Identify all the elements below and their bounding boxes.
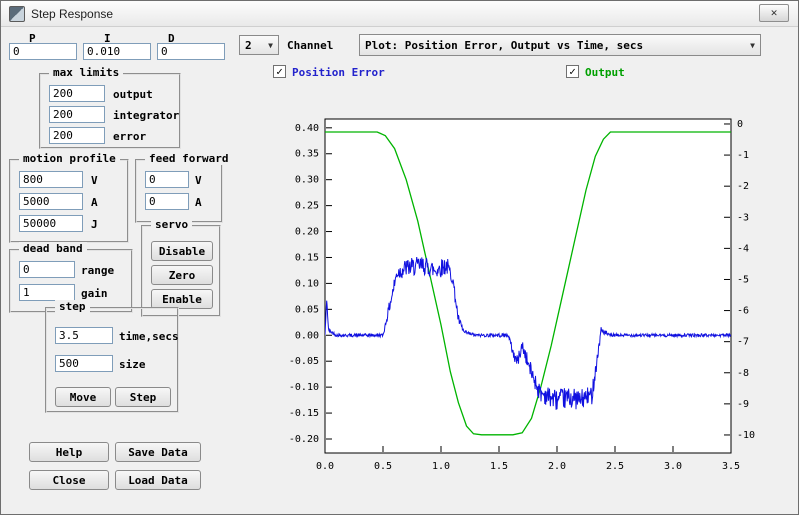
max-integrator-field[interactable]: [49, 106, 105, 123]
svg-text:-0.15: -0.15: [289, 408, 319, 419]
max-limits-title: max limits: [49, 66, 123, 79]
svg-text:0: 0: [737, 119, 743, 130]
step-response-window: Step Response ✕ P I D max limits output …: [0, 0, 799, 515]
jerk-label: J: [91, 218, 98, 231]
max-output-field[interactable]: [49, 85, 105, 102]
servo-disable-button[interactable]: Disable: [151, 241, 213, 261]
load-data-button[interactable]: Load Data: [115, 470, 201, 490]
max-error-field[interactable]: [49, 127, 105, 144]
dead-band-title: dead band: [19, 242, 87, 255]
dead-band-range-label: range: [81, 264, 114, 277]
ff-velocity-label: V: [195, 174, 202, 187]
svg-text:-8: -8: [737, 368, 749, 379]
svg-text:0.0: 0.0: [316, 461, 334, 472]
feed-forward-title: feed forward: [145, 152, 232, 165]
d-field[interactable]: [157, 43, 225, 60]
ff-velocity-field[interactable]: [145, 171, 189, 188]
svg-text:-0.20: -0.20: [289, 434, 319, 445]
svg-text:0.25: 0.25: [295, 201, 319, 212]
svg-text:1.0: 1.0: [432, 461, 450, 472]
step-time-label: time,secs: [119, 330, 179, 343]
ff-accel-field[interactable]: [145, 193, 189, 210]
svg-text:1.5: 1.5: [490, 461, 508, 472]
servo-enable-button[interactable]: Enable: [151, 289, 213, 309]
chevron-down-icon: ▼: [263, 41, 278, 50]
step-size-field[interactable]: [55, 355, 113, 372]
svg-text:-7: -7: [737, 337, 749, 348]
check-icon: ✓: [569, 65, 576, 78]
dead-band-range-field[interactable]: [19, 261, 75, 278]
svg-text:0.00: 0.00: [295, 330, 319, 341]
svg-text:0.5: 0.5: [374, 461, 392, 472]
velocity-label: V: [91, 174, 98, 187]
feed-forward-group: feed forward V A: [135, 159, 223, 223]
check-icon: ✓: [276, 65, 283, 78]
dead-band-gain-label: gain: [81, 287, 108, 300]
step-title: step: [55, 300, 90, 313]
max-limits-group: max limits output integrator error: [39, 73, 181, 149]
chart-area: 0.400.350.300.250.200.150.100.050.00-0.0…: [281, 109, 761, 481]
window-title: Step Response: [31, 7, 113, 21]
step-button[interactable]: Step: [115, 387, 171, 407]
servo-group: servo Disable Zero Enable: [141, 225, 221, 317]
svg-text:3.0: 3.0: [664, 461, 682, 472]
jerk-field[interactable]: [19, 215, 83, 232]
svg-text:-2: -2: [737, 181, 749, 192]
plot-select-value: Plot: Position Error, Output vs Time, se…: [360, 39, 745, 52]
svg-text:-9: -9: [737, 399, 749, 410]
app-icon: [9, 6, 25, 22]
svg-text:0.35: 0.35: [295, 149, 319, 160]
save-data-button[interactable]: Save Data: [115, 442, 201, 462]
svg-text:-10: -10: [737, 430, 755, 441]
title-bar[interactable]: Step Response ✕: [1, 1, 798, 27]
plot-select[interactable]: Plot: Position Error, Output vs Time, se…: [359, 34, 761, 56]
close-button[interactable]: Close: [29, 470, 109, 490]
ff-accel-label: A: [195, 196, 202, 209]
svg-text:0.30: 0.30: [295, 175, 319, 186]
svg-text:-0.05: -0.05: [289, 356, 319, 367]
servo-zero-button[interactable]: Zero: [151, 265, 213, 285]
max-output-label: output: [113, 88, 153, 101]
svg-text:-0.10: -0.10: [289, 382, 319, 393]
motion-profile-title: motion profile: [19, 152, 120, 165]
chevron-down-icon: ▼: [745, 41, 760, 50]
accel-field[interactable]: [19, 193, 83, 210]
step-size-label: size: [119, 358, 146, 371]
output-checkbox[interactable]: ✓: [566, 65, 579, 78]
close-icon[interactable]: ✕: [759, 4, 789, 22]
i-field[interactable]: [83, 43, 151, 60]
servo-title: servo: [151, 218, 192, 231]
svg-text:-5: -5: [737, 274, 749, 285]
channel-value: 2: [240, 39, 263, 52]
svg-text:-6: -6: [737, 306, 749, 317]
svg-text:3.5: 3.5: [722, 461, 740, 472]
channel-label: Channel: [287, 39, 333, 52]
velocity-field[interactable]: [19, 171, 83, 188]
svg-text:2.0: 2.0: [548, 461, 566, 472]
svg-text:-1: -1: [737, 150, 749, 161]
step-response-chart: 0.400.350.300.250.200.150.100.050.00-0.0…: [281, 109, 761, 481]
dead-band-gain-field[interactable]: [19, 284, 75, 301]
svg-text:0.10: 0.10: [295, 278, 319, 289]
svg-text:0.40: 0.40: [295, 123, 319, 134]
max-error-label: error: [113, 130, 146, 143]
motion-profile-group: motion profile V A J: [9, 159, 129, 243]
p-field[interactable]: [9, 43, 77, 60]
svg-text:2.5: 2.5: [606, 461, 624, 472]
max-integrator-label: integrator: [113, 109, 179, 122]
accel-label: A: [91, 196, 98, 209]
step-time-field[interactable]: [55, 327, 113, 344]
position-error-checkbox[interactable]: ✓: [273, 65, 286, 78]
svg-text:0.20: 0.20: [295, 227, 319, 238]
move-button[interactable]: Move: [55, 387, 111, 407]
svg-text:-3: -3: [737, 212, 749, 223]
output-label: Output: [585, 66, 625, 79]
channel-select[interactable]: 2 ▼: [239, 35, 279, 55]
svg-text:0.05: 0.05: [295, 304, 319, 315]
svg-text:-4: -4: [737, 243, 749, 254]
help-button[interactable]: Help: [29, 442, 109, 462]
svg-text:0.15: 0.15: [295, 252, 319, 263]
position-error-label: Position Error: [292, 66, 385, 79]
step-group: step time,secs size Move Step: [45, 307, 179, 413]
